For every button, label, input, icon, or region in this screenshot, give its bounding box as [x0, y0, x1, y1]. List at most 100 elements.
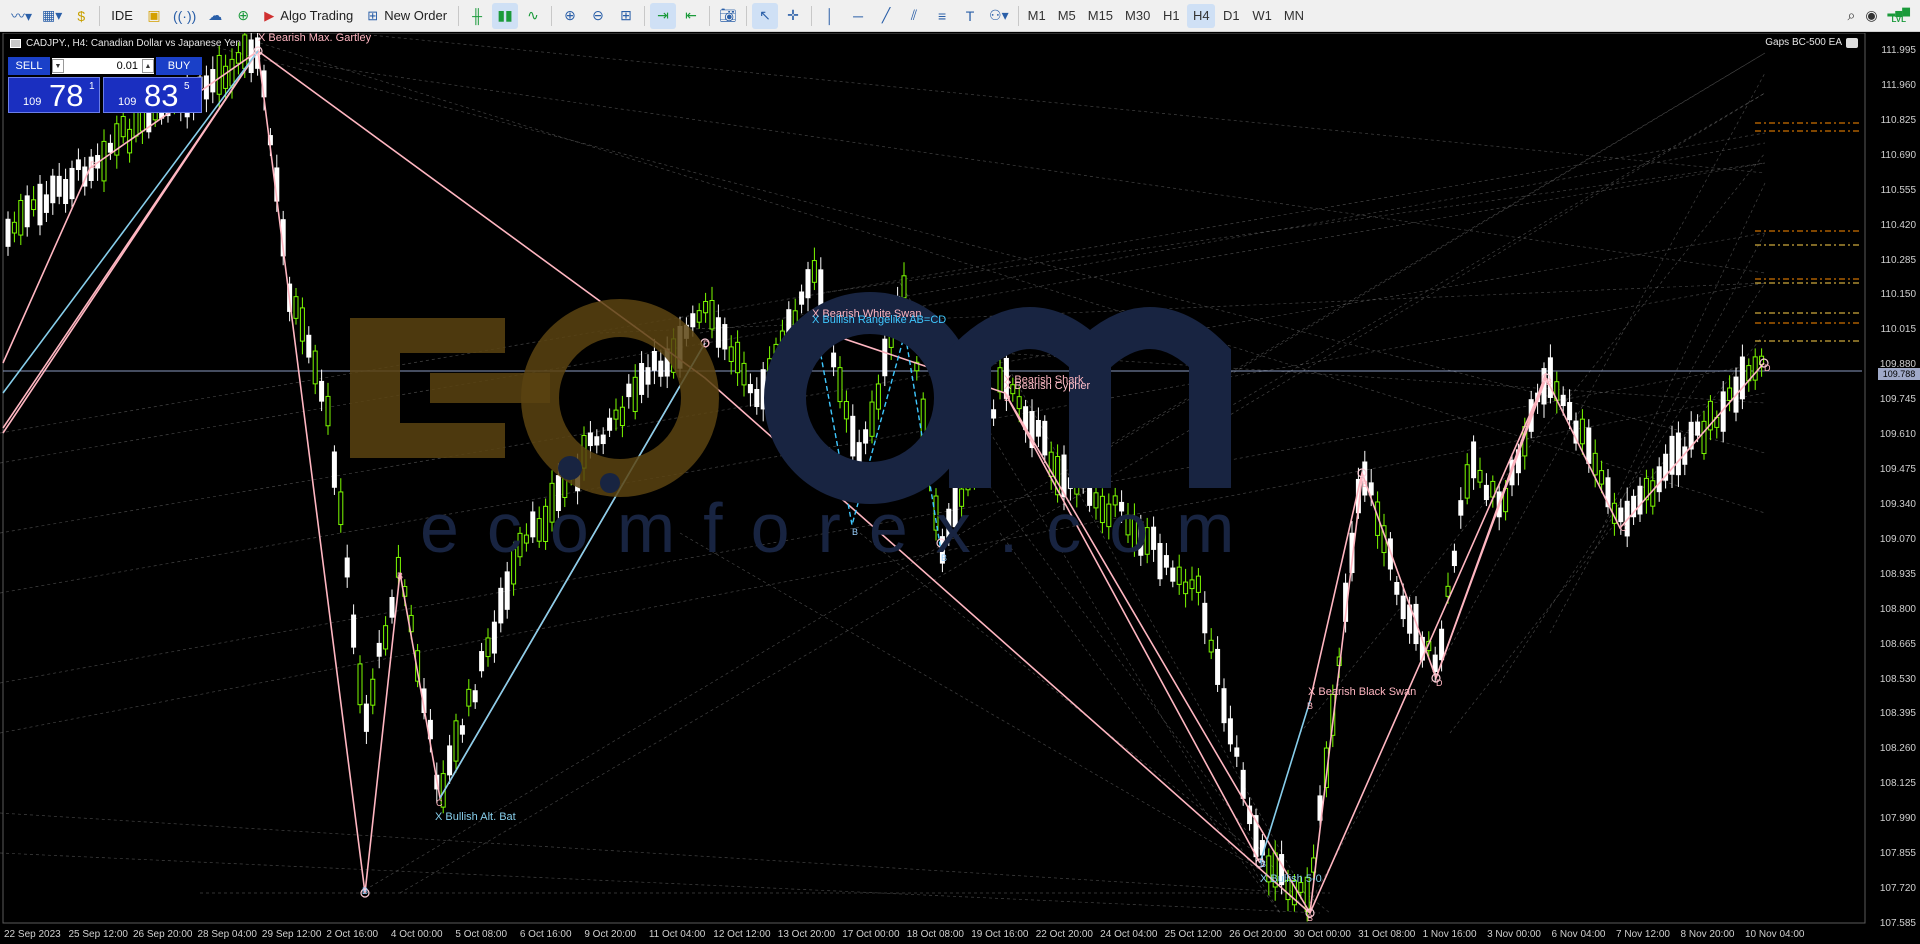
algo-trading-button[interactable]: ▶ Algo Trading: [258, 3, 359, 29]
trendline-icon[interactable]: ╱: [873, 3, 899, 29]
zoom-out-icon[interactable]: ⊖: [585, 3, 611, 29]
toolbar-right: ⌕ ◉ ▂▄▆ LVL: [1847, 6, 1920, 24]
price-tick-label: 110.690: [1880, 149, 1916, 161]
price-tick-label: 110.825: [1880, 114, 1916, 126]
point-b-marker: B: [1307, 913, 1314, 923]
cloud-icon[interactable]: ☁: [202, 3, 228, 29]
pattern-label-bullish-5-0[interactable]: X Bullish 5-0: [1260, 873, 1322, 885]
vertical-line-icon[interactable]: │: [817, 3, 843, 29]
fan-line: [349, 33, 1766, 174]
signal-icon[interactable]: ((·)): [169, 3, 200, 29]
candle-body: [472, 690, 478, 703]
lot-increase-icon[interactable]: ▲: [142, 59, 154, 73]
bar-chart-icon[interactable]: ╫: [464, 3, 490, 29]
price-tick-label: 109.340: [1879, 498, 1916, 510]
lot-dropdown-icon[interactable]: ▼: [52, 59, 64, 73]
line-chart-icon[interactable]: ∿: [520, 3, 546, 29]
pattern-label-bullish-rangelike[interactable]: X Bullish Rangelike AB=CD: [812, 314, 946, 326]
pattern-label-bearish-black-swan[interactable]: X Bearish Black Swan: [1308, 686, 1416, 698]
timeframe-h1[interactable]: H1: [1157, 4, 1185, 28]
fan-line: [1309, 72, 1766, 904]
sell-quote[interactable]: 109 78 1: [8, 77, 100, 113]
lot-size-field[interactable]: ▼ 0.01 ▲: [52, 58, 154, 74]
market-icon[interactable]: $: [68, 3, 94, 29]
candle-body: [875, 383, 881, 410]
candle-body: [1618, 507, 1624, 523]
time-tick-label: 24 Oct 04:00: [1100, 929, 1158, 940]
pattern-label-bearish-max-gartley[interactable]: X Bearish Max. Gartley: [258, 33, 371, 44]
fibonacci-icon[interactable]: ≡: [929, 3, 955, 29]
point-d-marker: D: [1004, 393, 1011, 403]
candle-body: [843, 401, 849, 420]
buy-button[interactable]: BUY: [156, 57, 202, 75]
timeframe-d1[interactable]: D1: [1217, 4, 1245, 28]
text-tool-icon[interactable]: T: [957, 3, 983, 29]
cursor-icon[interactable]: ↖: [752, 2, 779, 29]
fan-line: [999, 352, 1766, 404]
candlestick-icon[interactable]: ▮▮: [492, 2, 519, 29]
candle-body: [50, 175, 56, 204]
candle-body: [24, 195, 30, 228]
vps-icon[interactable]: ⊕: [230, 3, 256, 29]
pattern-label-bearish-cypher[interactable]: X Bearish Cypher: [1004, 380, 1090, 392]
sell-button[interactable]: SELL: [8, 57, 50, 75]
sell-price-sup: 1: [89, 81, 95, 92]
candle-body: [357, 663, 363, 706]
bag-icon[interactable]: ▣: [141, 3, 167, 29]
price-chart[interactable]: ecomforex.com CADJPY., H4: Canadian Doll…: [0, 33, 1920, 944]
account-icon[interactable]: ◉: [1865, 7, 1877, 24]
new-order-button[interactable]: ⊞ New Order: [361, 3, 453, 29]
channel-icon[interactable]: ⫽: [901, 3, 927, 29]
fan-line: [0, 812, 1301, 894]
sell-price-small: 109: [23, 96, 42, 108]
buy-price-small: 109: [118, 96, 137, 108]
screenshot-icon[interactable]: 📷︎: [715, 3, 741, 29]
timeframe-h4[interactable]: H4: [1187, 3, 1216, 28]
candle-body: [242, 34, 248, 69]
auto-scroll-icon[interactable]: ⇥: [650, 2, 677, 29]
candle-body: [370, 678, 376, 706]
crosshair-icon[interactable]: ✛: [780, 3, 806, 29]
candle-body: [722, 324, 728, 350]
time-tick-label: 31 Oct 08:00: [1358, 929, 1416, 940]
price-tick-label: 111.995: [1881, 45, 1916, 56]
lot-size-value[interactable]: 0.01: [64, 60, 142, 72]
templates-icon[interactable]: ▦▾: [38, 3, 66, 29]
search-icon[interactable]: ⌕: [1847, 7, 1855, 24]
timeframe-m30[interactable]: M30: [1120, 4, 1155, 28]
timeframe-m1[interactable]: M1: [1023, 4, 1051, 28]
candle-body: [1215, 648, 1221, 685]
ide-button[interactable]: IDE: [105, 3, 139, 29]
timeframe-mn[interactable]: MN: [1279, 4, 1309, 28]
candle-body: [1656, 466, 1662, 493]
expert-advisor-label[interactable]: Gaps BC-500 EA: [1765, 37, 1858, 48]
algo-trading-icon: ▶: [264, 7, 275, 23]
timeframe-w1[interactable]: W1: [1247, 4, 1277, 28]
candle-body: [1042, 420, 1048, 456]
fan-line: [0, 132, 1766, 434]
candle-body: [363, 703, 369, 732]
shapes-icon[interactable]: ⚇▾: [985, 3, 1013, 29]
grid-icon[interactable]: ⊞: [613, 3, 639, 29]
zoom-in-icon[interactable]: ⊕: [557, 3, 583, 29]
candle-body: [1464, 464, 1470, 499]
fan-line: [1299, 152, 1766, 734]
price-tick-label: 109.610: [1879, 429, 1916, 441]
timeframe-m5[interactable]: M5: [1053, 4, 1081, 28]
candle-body: [389, 596, 395, 618]
candle-body: [1592, 452, 1598, 476]
timeframe-m15[interactable]: M15: [1083, 4, 1118, 28]
chart-type-icon[interactable]: 〰▾: [7, 3, 36, 29]
candle-body: [594, 436, 600, 446]
point-d-marker: D: [1764, 363, 1771, 373]
horizontal-line-icon[interactable]: ─: [845, 3, 871, 29]
buy-quote[interactable]: 109 83 5: [103, 77, 202, 113]
point-b-marker: B: [1546, 377, 1553, 387]
time-tick-label: 7 Nov 12:00: [1616, 929, 1670, 940]
pattern-label-bullish-alt-bat[interactable]: X Bullish Alt. Bat: [435, 811, 516, 823]
chart-shift-icon[interactable]: ⇤: [678, 3, 704, 29]
level-icon[interactable]: ▂▄▆ LVL: [1888, 6, 1910, 24]
candle-body: [607, 417, 613, 431]
fan-line: [259, 42, 1766, 514]
candle-body: [600, 434, 606, 445]
